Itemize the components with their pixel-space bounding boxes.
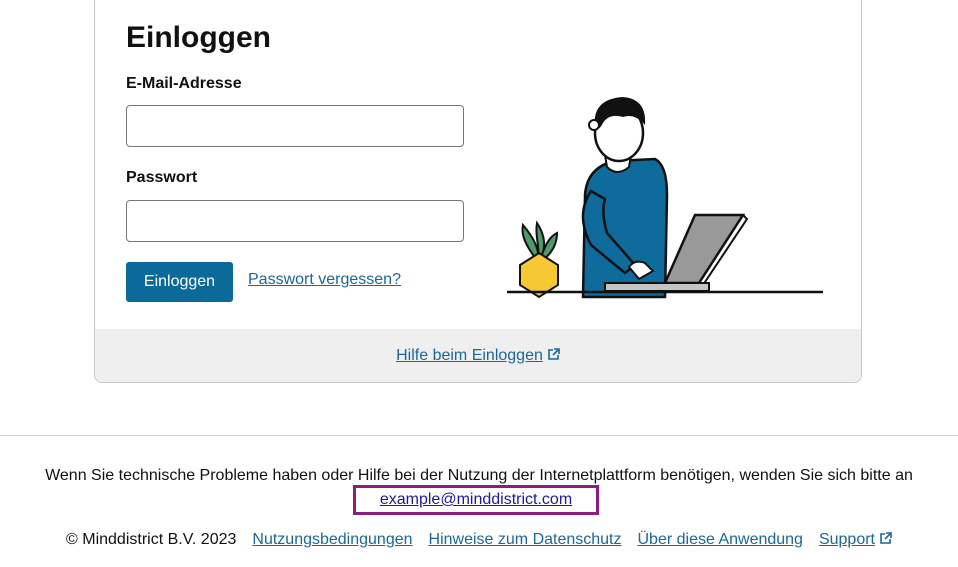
- card-footer: Hilfe beim Einloggen: [95, 329, 861, 382]
- footer-link-privacy[interactable]: Hinweise zum Datenschutz: [429, 531, 622, 549]
- footer-link-about[interactable]: Über diese Anwendung: [638, 531, 803, 549]
- divider: [0, 435, 958, 436]
- footer-support-label: Support: [818, 531, 875, 548]
- login-button[interactable]: Einloggen: [126, 262, 233, 302]
- footer-link-terms[interactable]: Nutzungsbedingungen: [252, 531, 412, 549]
- email-field[interactable]: [126, 105, 464, 147]
- forgot-password-link[interactable]: Passwort vergessen?: [248, 271, 401, 289]
- login-illustration: [507, 97, 823, 299]
- external-link-icon: [880, 532, 892, 544]
- footer-link-support[interactable]: Support: [819, 531, 892, 549]
- support-email-highlight: example@minddistrict.com: [353, 485, 599, 515]
- email-label: E-Mail-Adresse: [126, 75, 242, 92]
- page-title: Einloggen: [126, 21, 271, 54]
- site-footer: © Minddistrict B.V. 2023 Nutzungsbedingu…: [0, 531, 958, 549]
- copyright: © Minddistrict B.V. 2023: [66, 531, 237, 548]
- external-link-icon: [548, 347, 560, 360]
- password-field[interactable]: [126, 200, 464, 242]
- help-login-label: Hilfe beim Einloggen: [396, 346, 543, 364]
- help-login-link[interactable]: Hilfe beim Einloggen: [396, 347, 560, 365]
- support-text: Wenn Sie technische Probleme haben oder …: [45, 467, 913, 484]
- support-email-link[interactable]: example@minddistrict.com: [380, 491, 572, 509]
- password-label: Passwort: [126, 169, 198, 186]
- login-card: Einloggen E-Mail-Adresse Passwort Einlog…: [94, 0, 862, 383]
